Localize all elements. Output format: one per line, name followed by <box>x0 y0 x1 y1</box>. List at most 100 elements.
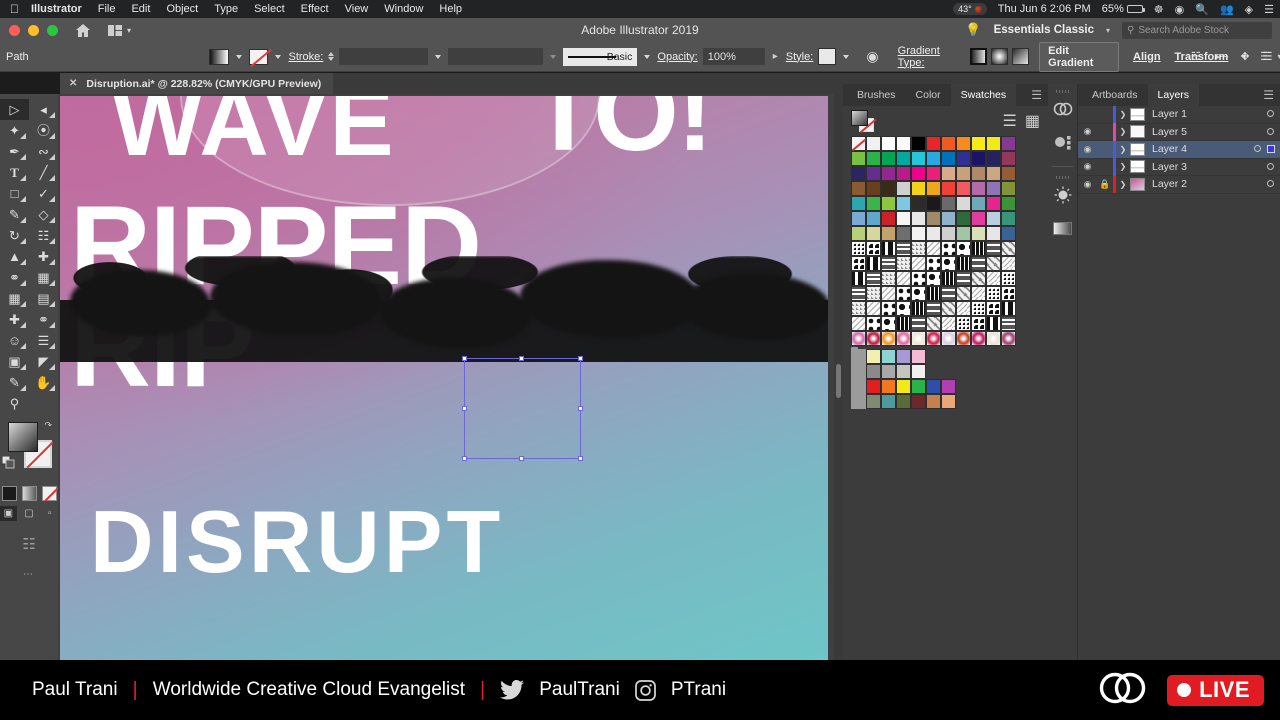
menu-item-window[interactable]: Window <box>384 3 423 15</box>
full-screen-menubar-mode[interactable]: ▢ <box>21 506 38 521</box>
variable-width-profile-select[interactable] <box>448 48 544 65</box>
layer-target-indicator[interactable] <box>1260 126 1280 138</box>
pattern-swatch-cell[interactable] <box>881 241 896 256</box>
swatch-cell[interactable] <box>956 151 971 166</box>
swatch-cell[interactable] <box>1001 196 1016 211</box>
preferences-icon[interactable]: ▸─ <box>1215 50 1228 63</box>
chevron-right-icon[interactable]: ❯ <box>1116 110 1130 119</box>
swatch-cell[interactable] <box>1001 226 1016 241</box>
selection-tool[interactable]: ▷ <box>0 99 29 120</box>
swatch-cell[interactable] <box>866 394 881 409</box>
art-swatch-cell[interactable] <box>866 331 881 346</box>
swatch-cell[interactable] <box>866 379 881 394</box>
pattern-swatch-cell[interactable] <box>851 241 866 256</box>
art-swatch-cell[interactable] <box>896 331 911 346</box>
eye-visible-icon[interactable]: ◉ <box>1078 179 1097 190</box>
pattern-swatch-cell[interactable] <box>941 301 956 316</box>
column-graph-tool[interactable]: ☰ <box>29 330 58 351</box>
swatch-cell[interactable] <box>896 166 911 181</box>
menu-item-file[interactable]: File <box>98 3 116 15</box>
pattern-swatch-cell[interactable] <box>881 286 896 301</box>
swatch-cell[interactable] <box>941 394 956 409</box>
arrange-documents-icon[interactable]: ▾ <box>108 24 131 36</box>
swatch-cell[interactable] <box>971 166 986 181</box>
preferences-caret-icon[interactable]: ▾ <box>1242 52 1246 61</box>
gradient-panel-icon[interactable] <box>1052 217 1074 239</box>
swatch-cell[interactable] <box>956 181 971 196</box>
stroke-label[interactable]: Stroke: <box>288 51 323 63</box>
panel-menu-icon[interactable]: ☰ <box>1031 89 1042 101</box>
pattern-swatch-cell[interactable] <box>971 286 986 301</box>
swatch-cell[interactable] <box>881 394 896 409</box>
artboard-tool[interactable]: ▣ <box>0 351 29 372</box>
chevron-right-icon[interactable]: ❯ <box>1116 162 1130 171</box>
more-options-icon[interactable]: ☰ <box>1260 50 1270 63</box>
brush-definition-caret-icon[interactable] <box>644 54 651 59</box>
slice-tool[interactable]: ◤ <box>29 351 58 372</box>
menu-item-help[interactable]: Help <box>439 3 462 15</box>
layer-name[interactable]: Layer 4 <box>1152 143 1247 155</box>
edit-toolbar-icon[interactable]: ⋯ <box>0 569 58 580</box>
pattern-swatch-cell[interactable] <box>956 241 971 256</box>
width-tool[interactable]: ▲ <box>0 246 29 267</box>
swatch-cell[interactable] <box>911 151 926 166</box>
color-swatch-button[interactable] <box>1 486 17 501</box>
pattern-swatch-cell[interactable] <box>986 271 1001 286</box>
swatch-cell[interactable] <box>956 226 971 241</box>
pattern-swatch-cell[interactable] <box>986 286 1001 301</box>
swatch-cell[interactable] <box>926 226 941 241</box>
dock-grip[interactable] <box>1055 90 1070 93</box>
symbols-icon[interactable] <box>1052 131 1074 153</box>
blend-tool[interactable]: ⚭ <box>29 309 58 330</box>
art-swatch-cell[interactable] <box>971 331 986 346</box>
art-swatch-cell[interactable] <box>941 331 956 346</box>
linear-gradient-button[interactable] <box>970 48 988 65</box>
menu-item-select[interactable]: Select <box>254 3 285 15</box>
swatch-cell[interactable] <box>896 349 911 364</box>
layer-name[interactable]: Layer 1 <box>1152 108 1260 120</box>
style-label[interactable]: Style: <box>786 51 814 63</box>
tab-brushes[interactable]: Brushes <box>847 84 906 106</box>
swatch-cell[interactable] <box>881 364 896 379</box>
tab-color[interactable]: Color <box>906 84 951 106</box>
eye-visible-icon[interactable]: ◉ <box>1078 161 1097 172</box>
swatch-cell[interactable] <box>866 349 881 364</box>
layer-row[interactable]: ◉ 🔒 ❯ Layer 2 <box>1078 175 1280 194</box>
swatch-cell[interactable] <box>986 166 1001 181</box>
swatch-cell[interactable] <box>881 226 896 241</box>
stroke-weight-input[interactable] <box>339 48 429 65</box>
shaper-eraser-tool[interactable]: ◇ <box>29 204 58 225</box>
brushes-panel-icon[interactable] <box>1052 184 1074 206</box>
minimize-window-button[interactable] <box>28 24 39 36</box>
art-swatch-cell[interactable] <box>881 331 896 346</box>
swatch-cell[interactable] <box>941 136 956 151</box>
swatch-cell[interactable] <box>911 379 926 394</box>
swatch-cell[interactable] <box>926 394 941 409</box>
swatch-cell[interactable] <box>881 136 896 151</box>
swatch-cell[interactable] <box>971 136 986 151</box>
swatch-cell[interactable] <box>881 379 896 394</box>
normal-screen-mode[interactable]: ▣ <box>0 506 17 521</box>
pattern-swatch-cell[interactable] <box>851 316 866 331</box>
swatch-cell[interactable] <box>1001 151 1016 166</box>
tab-layers[interactable]: Layers <box>1147 84 1200 106</box>
mesh-tool[interactable]: ▦ <box>0 288 29 309</box>
pattern-swatch-cell[interactable] <box>896 316 911 331</box>
swatch-cell[interactable] <box>881 166 896 181</box>
pattern-swatch-cell[interactable] <box>956 271 971 286</box>
swatches-grid[interactable] <box>843 136 1048 409</box>
chevron-right-icon[interactable]: ❯ <box>1116 127 1130 136</box>
swatch-cell[interactable] <box>926 196 941 211</box>
fill-dropdown-caret-icon[interactable] <box>235 54 242 59</box>
canvas-vertical-scrollbar[interactable] <box>834 94 843 660</box>
pattern-swatch-cell[interactable] <box>926 256 941 271</box>
pattern-swatch-cell[interactable] <box>911 256 926 271</box>
pattern-swatch-cell[interactable] <box>866 256 881 271</box>
swatch-cell[interactable] <box>851 181 866 196</box>
layer-row[interactable]: ◉ ❯ Layer 5 <box>1078 123 1280 141</box>
swatch-cell[interactable] <box>896 364 911 379</box>
swatch-cell[interactable] <box>956 136 971 151</box>
users-icon[interactable]: 👥 <box>1220 3 1234 16</box>
swatch-cell[interactable] <box>896 226 911 241</box>
full-screen-mode[interactable]: ▫ <box>41 506 58 521</box>
